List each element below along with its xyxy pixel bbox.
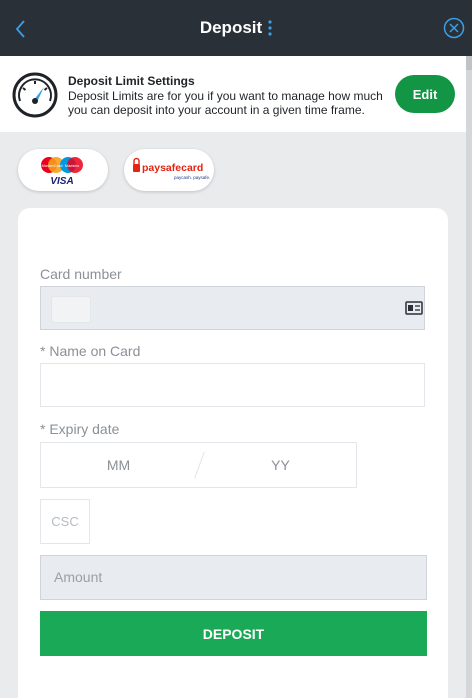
deposit-limit-description: Deposit Limits are for you if you want t… (68, 89, 383, 117)
csc-input[interactable]: CSC (40, 499, 90, 544)
amount-input[interactable]: Amount (40, 555, 427, 600)
card-number-field[interactable] (51, 296, 91, 323)
card-number-label: Card number (40, 266, 122, 282)
name-on-card-label: * Name on Card (40, 343, 141, 359)
visa-mastercard-logo-icon: MasterCard Maestro VISA (41, 157, 83, 187)
payment-method-visa-mastercard[interactable]: MasterCard Maestro VISA (18, 149, 108, 191)
scrollbar-thumb[interactable] (466, 56, 472, 70)
deposit-button[interactable]: DEPOSIT (40, 611, 427, 656)
paysafecard-logo-text: paysafecard (142, 162, 203, 174)
kebab-menu-icon[interactable] (268, 19, 272, 37)
deposit-limit-panel: Deposit Limit Settings Deposit Limits ar… (0, 56, 466, 132)
deposit-form: Card number * Name on Card * Expiry date… (18, 208, 448, 698)
payment-method-paysafecard[interactable]: paysafecard paycash. paysafe. (124, 149, 214, 191)
card-id-icon (405, 301, 423, 315)
paysafecard-logo-icon: paysafecard paycash. paysafe. (133, 157, 210, 180)
header-bar: Deposit (0, 0, 472, 56)
expiry-date-label: * Expiry date (40, 421, 120, 437)
paysafecard-tagline: paycash. paysafe. (174, 175, 210, 180)
page-title: Deposit (199, 18, 263, 37)
maestro-logo-text: Maestro (65, 163, 80, 168)
scrollbar[interactable] (466, 56, 472, 698)
edit-button[interactable]: Edit (395, 75, 455, 113)
mastercard-logo-text: MasterCard (42, 163, 63, 168)
deposit-limit-title: Deposit Limit Settings (68, 74, 195, 88)
expiry-month-input[interactable]: MM (41, 457, 196, 473)
visa-logo-text: VISA (50, 176, 73, 187)
expiry-year-input[interactable]: YY (203, 457, 358, 473)
name-on-card-input[interactable] (40, 363, 425, 407)
expiry-date-input: MM YY (40, 442, 357, 488)
close-icon[interactable] (443, 17, 465, 39)
speedometer-icon (11, 71, 59, 119)
card-number-input[interactable] (40, 286, 425, 330)
